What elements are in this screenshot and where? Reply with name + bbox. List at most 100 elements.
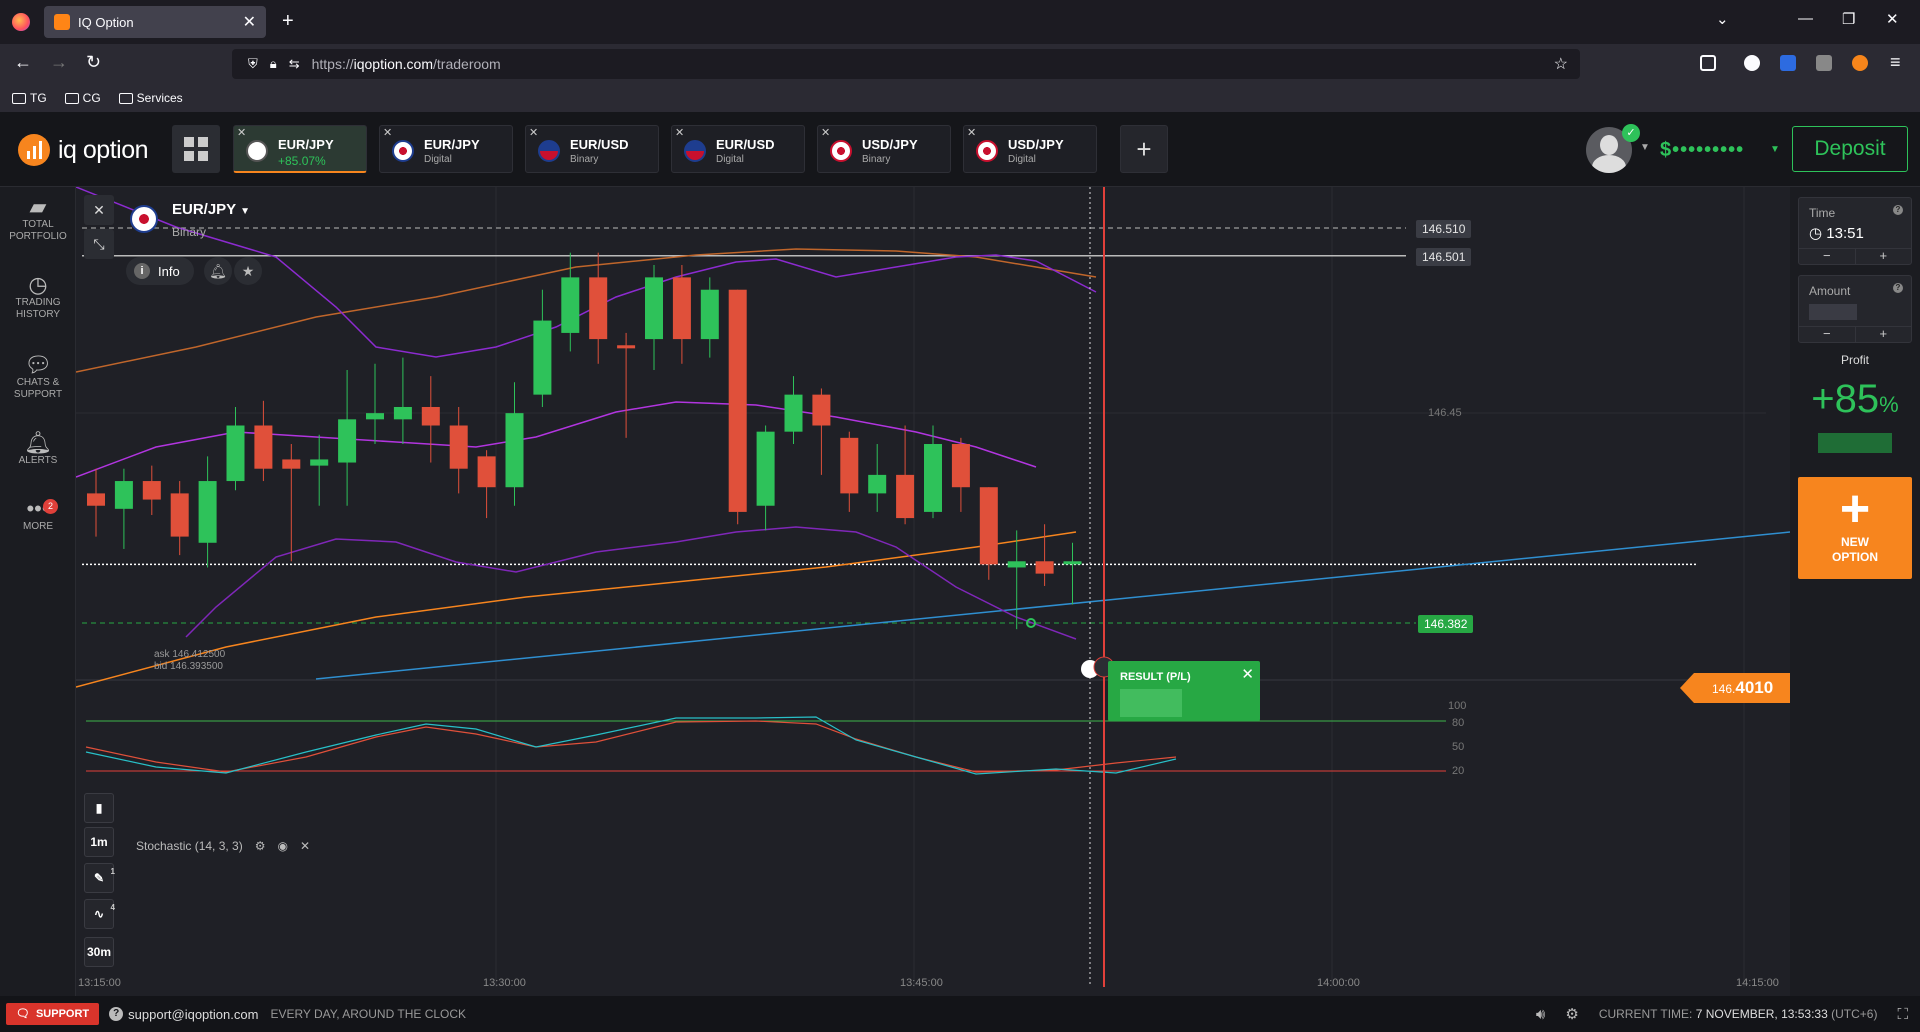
profit-value: +85%: [1790, 377, 1920, 422]
amount-minus-button[interactable]: −: [1799, 327, 1856, 342]
minimize-window-icon[interactable]: —: [1798, 10, 1813, 27]
url-bar[interactable]: ⛨ 🔒︎ ⇆ https://iqoption.com/traderoom ☆: [232, 49, 1580, 79]
chart-asset-selector[interactable]: EUR/JPY ▼: [172, 201, 250, 218]
plus-icon: +: [1839, 480, 1871, 538]
close-asset-tab-icon[interactable]: ✕: [237, 126, 246, 139]
list-all-tabs-icon[interactable]: ⌄: [1716, 10, 1729, 28]
restore-window-icon[interactable]: ❐: [1842, 10, 1855, 28]
drawing-tools-button[interactable]: ✎ 1: [84, 863, 115, 893]
fast-ma-line: [76, 531, 1077, 688]
close-tab-icon[interactable]: ✕: [243, 12, 256, 32]
all-assets-grid-button[interactable]: [172, 125, 220, 173]
sidebar-item-chats-support[interactable]: 💬︎ CHATS & SUPPORT: [0, 354, 76, 401]
browser-tab[interactable]: IQ Option ✕: [44, 6, 266, 38]
help-icon[interactable]: ?: [1893, 205, 1903, 215]
tool-count: 4: [110, 903, 115, 912]
asset-tab-eurjpy-binary[interactable]: ✕ EUR/JPY +85.07%: [233, 125, 367, 173]
candle-body: [393, 406, 412, 420]
back-icon[interactable]: ←: [14, 52, 32, 73]
remove-indicator-icon[interactable]: ✕: [300, 839, 310, 853]
sidebar-item-label: PORTFOLIO: [9, 231, 67, 242]
close-window-icon[interactable]: ✕: [1886, 10, 1899, 28]
chevron-down-icon: ▼: [240, 206, 250, 217]
bookmark-tg[interactable]: TG: [12, 91, 47, 105]
extension-blue-icon[interactable]: [1780, 55, 1796, 71]
eurusd-flag-icon: [538, 140, 560, 162]
timeframe-button[interactable]: 1m: [84, 827, 114, 857]
new-tab-button[interactable]: +: [282, 10, 294, 33]
add-asset-tab-button[interactable]: +: [1120, 125, 1168, 173]
balance-chevron-down-icon[interactable]: ▼: [1770, 144, 1780, 155]
support-email[interactable]: ? support@iqoption.com: [109, 1007, 258, 1022]
logo[interactable]: iq option: [18, 134, 149, 166]
asset-tab-eurusd-binary[interactable]: ✕ EUR/USD Binary: [525, 125, 659, 173]
sidebar-item-alerts[interactable]: 🔔︎ ALERTS: [0, 432, 76, 467]
asset-tab-usdjpy-binary[interactable]: ✕ USD/JPY Binary: [817, 125, 951, 173]
asset-tab-eurusd-digital[interactable]: ✕ EUR/USD Digital: [671, 125, 805, 173]
deposit-button[interactable]: Deposit: [1792, 126, 1908, 172]
time-selector[interactable]: Time ? ◷ 13:51 − +: [1798, 197, 1912, 265]
result-panel[interactable]: RESULT (P/L) ✕: [1108, 661, 1260, 721]
metamask-icon[interactable]: [1852, 55, 1868, 71]
gear-icon[interactable]: ⚙: [255, 839, 266, 853]
info-button[interactable]: i Info: [126, 257, 194, 285]
bookmark-services[interactable]: Services: [118, 91, 183, 105]
candle-body: [645, 277, 663, 340]
time-plus-button[interactable]: +: [1856, 249, 1912, 264]
settings-gear-icon[interactable]: ⚙: [1565, 1005, 1578, 1023]
sidebar-item-trading-history[interactable]: ◷ TRADING HISTORY: [0, 274, 76, 321]
time-minus-button[interactable]: −: [1799, 249, 1856, 264]
lock-icon[interactable]: 🔒︎: [270, 56, 277, 72]
amount-selector[interactable]: Amount ? − +: [1798, 275, 1912, 343]
trend-line: [315, 531, 1790, 680]
reload-icon[interactable]: ↻: [86, 52, 101, 73]
price-line-label[interactable]: 146.510: [1416, 220, 1472, 238]
chart-canvas[interactable]: [76, 187, 1790, 996]
candle-body: [840, 437, 859, 494]
amount-plus-button[interactable]: +: [1856, 327, 1912, 342]
tracking-protection-icon[interactable]: ⛨: [248, 56, 258, 72]
account-extension-icon[interactable]: [1744, 55, 1760, 71]
close-chart-icon[interactable]: ✕: [84, 195, 114, 225]
sidebar-item-total-portfolio[interactable]: ▰ TOTAL PORTFOLIO: [0, 194, 76, 243]
close-asset-tab-icon[interactable]: ✕: [529, 126, 538, 139]
indicators-button[interactable]: ∿ 4: [84, 899, 115, 929]
pocket-icon[interactable]: [1700, 55, 1716, 71]
asset-tab-usdjpy-digital[interactable]: ✕ USD/JPY Digital: [963, 125, 1097, 173]
candle-size-button[interactable]: 30m: [84, 937, 114, 967]
fullscreen-icon[interactable]: ⛶: [1897, 1006, 1908, 1023]
briefcase-icon: ▰: [29, 194, 47, 219]
close-asset-tab-icon[interactable]: ✕: [675, 126, 684, 139]
support-button[interactable]: 🗨︎ SUPPORT: [6, 1003, 100, 1025]
close-asset-tab-icon[interactable]: ✕: [967, 126, 976, 139]
alert-bell-icon[interactable]: 🔔︎: [204, 257, 232, 285]
favorite-star-icon[interactable]: ★: [234, 257, 262, 285]
permissions-icon[interactable]: ⇆: [289, 56, 300, 72]
help-icon[interactable]: ?: [1893, 283, 1903, 293]
candle-body: [868, 474, 887, 494]
candle-type-button[interactable]: ▮: [84, 793, 114, 823]
asset-tab-eurjpy-digital[interactable]: ✕ EUR/JPY Digital: [379, 125, 513, 173]
collapse-chart-icon[interactable]: ⤡: [84, 229, 114, 259]
shield-extension-icon[interactable]: [1816, 55, 1832, 71]
close-asset-tab-icon[interactable]: ✕: [821, 126, 830, 139]
forward-icon[interactable]: →: [50, 52, 68, 73]
profile-chevron-down-icon[interactable]: ▼: [1640, 142, 1650, 153]
eye-icon[interactable]: ◉: [277, 839, 287, 853]
close-asset-tab-icon[interactable]: ✕: [383, 126, 392, 139]
chart-area[interactable]: ✕ ⤡ EUR/JPY ▼ Binary i Info 🔔︎ ★ 146.510 …: [76, 187, 1792, 996]
volume-icon[interactable]: 🔊︎: [1536, 1006, 1545, 1023]
candle-body: [142, 481, 161, 500]
asset-tab-type: Binary: [862, 154, 891, 165]
account-balance[interactable]: $•••••••••: [1660, 139, 1744, 162]
amount-value-hidden[interactable]: [1809, 304, 1857, 320]
menu-icon[interactable]: ≡: [1890, 52, 1901, 73]
bookmark-star-icon[interactable]: ☆: [1554, 54, 1568, 74]
candle-body: [617, 345, 636, 349]
price-line-label[interactable]: 146.501: [1416, 248, 1472, 266]
browser-tab-bar: IQ Option ✕ + ⌄ — ❐ ✕: [0, 0, 1920, 44]
close-result-icon[interactable]: ✕: [1241, 665, 1254, 683]
bookmark-cg[interactable]: CG: [64, 91, 101, 105]
new-option-button[interactable]: + NEW OPTION: [1798, 477, 1912, 579]
sidebar-item-more[interactable]: ••• 2 MORE: [0, 498, 76, 533]
